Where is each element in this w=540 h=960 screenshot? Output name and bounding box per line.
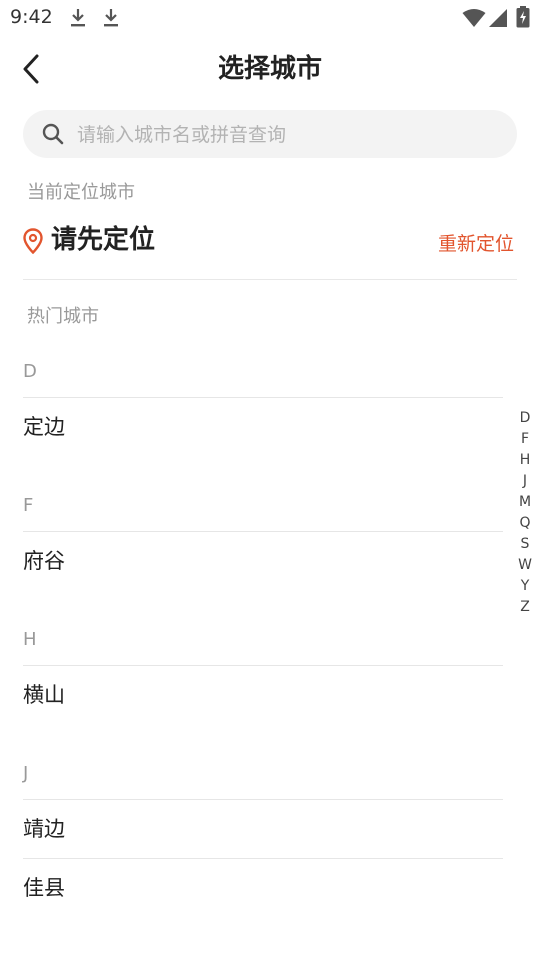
divider (23, 531, 503, 532)
search-bar[interactable] (23, 110, 517, 160)
divider (23, 397, 503, 398)
current-location-label: 当前定位城市 (27, 182, 135, 203)
status-time: 9:42 (10, 6, 53, 28)
relocate-button[interactable]: 重新定位 (438, 231, 514, 257)
index-letter-z[interactable]: Z (512, 597, 538, 618)
index-letter-w[interactable]: W (512, 555, 538, 576)
header: 选择城市 (0, 40, 540, 98)
index-letter-j[interactable]: J (512, 471, 538, 492)
download-icon (104, 9, 118, 27)
search-input[interactable] (75, 110, 499, 160)
battery-charging-icon (516, 6, 530, 28)
city-item[interactable]: 横山 (23, 680, 65, 710)
index-letter-q[interactable]: Q (512, 513, 538, 534)
divider (23, 799, 503, 800)
current-location-row: 请先定位 重新定位 (23, 218, 517, 262)
search-icon (42, 123, 64, 145)
signal-icon (489, 9, 507, 27)
index-letter-s[interactable]: S (512, 534, 538, 555)
index-letter-d[interactable]: D (512, 408, 538, 429)
city-item[interactable]: 佳县 (23, 873, 65, 903)
city-item[interactable]: 定边 (23, 412, 65, 442)
letter-header-d: D (23, 361, 37, 382)
download-icon (71, 9, 85, 27)
city-item[interactable]: 府谷 (23, 546, 65, 576)
status-bar: 9:42 (0, 0, 540, 36)
letter-header-h: H (23, 629, 37, 650)
index-letter-m[interactable]: M (512, 492, 538, 513)
letter-header-f: F (23, 495, 34, 516)
index-letter-y[interactable]: Y (512, 576, 538, 597)
page-title: 选择城市 (217, 54, 322, 84)
location-pin-icon (23, 228, 43, 254)
hot-cities-label: 热门城市 (27, 306, 99, 327)
city-item[interactable]: 靖边 (23, 814, 65, 844)
current-location-value: 请先定位 (51, 225, 156, 255)
divider (23, 665, 503, 666)
index-letter-h[interactable]: H (512, 450, 538, 471)
divider (23, 858, 503, 859)
index-letter-f[interactable]: F (512, 429, 538, 450)
alphabet-index-bar[interactable]: D F H J M Q S W Y Z (512, 408, 538, 618)
wifi-icon (462, 9, 486, 27)
letter-header-j: J (23, 763, 29, 784)
divider (23, 279, 517, 280)
